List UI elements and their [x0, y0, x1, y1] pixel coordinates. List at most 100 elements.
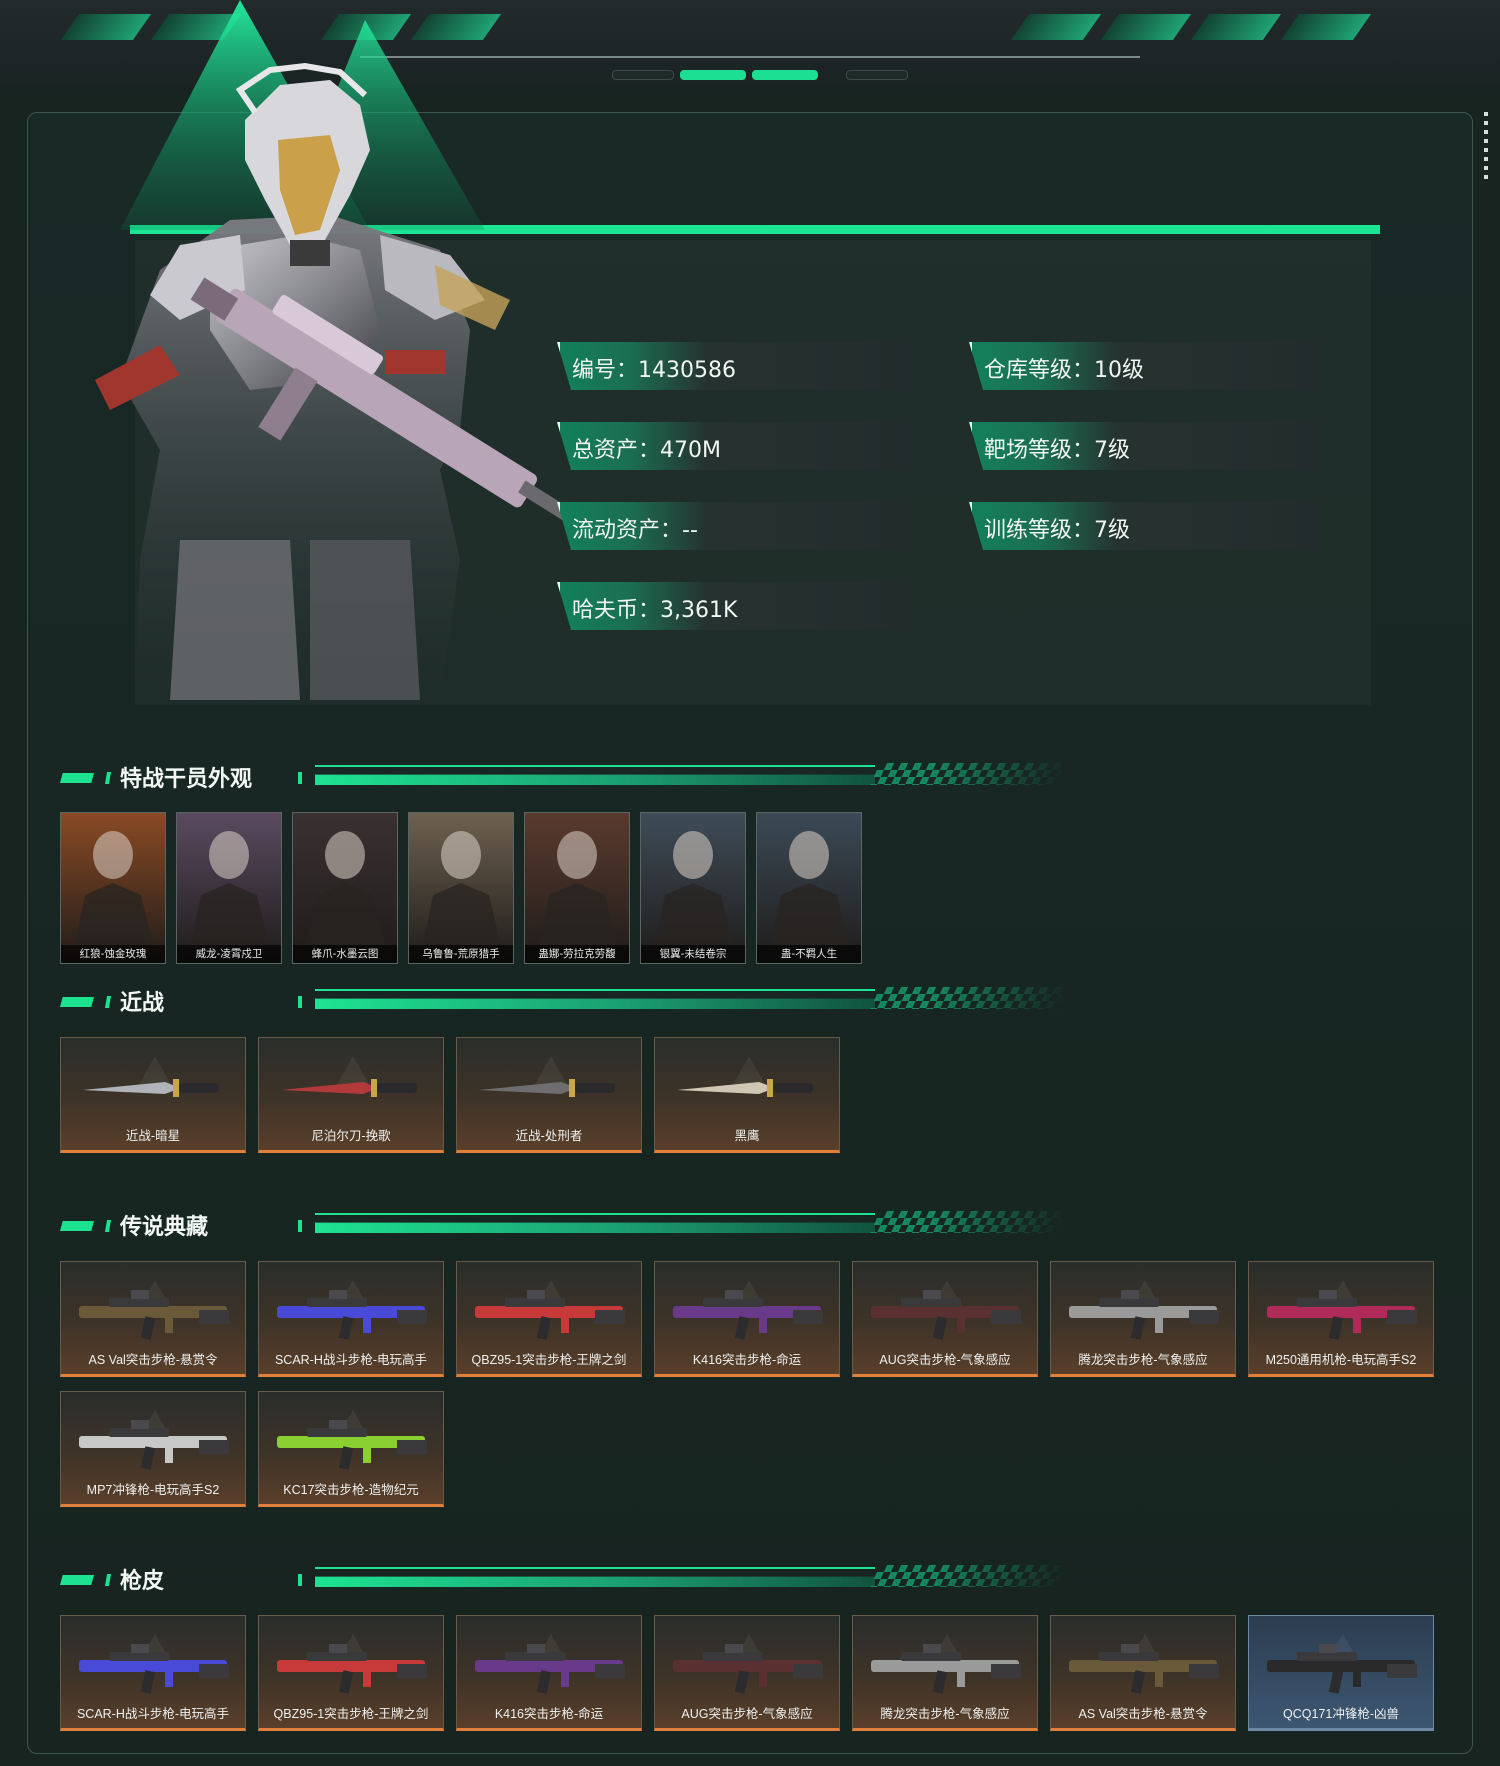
- header-pill: [612, 70, 674, 80]
- stat-warehouse-level: 仓库等级：10级: [969, 342, 1320, 390]
- weapon-card[interactable]: K416突击步枪-命运: [456, 1615, 642, 1731]
- agent-thumbnail: [423, 831, 501, 945]
- weapon-card[interactable]: 腾龙突击步枪-气象感应: [852, 1615, 1038, 1731]
- item-label: 近战-暗星: [125, 1129, 181, 1143]
- item-label: AS Val突击步枪-悬赏令: [1078, 1707, 1208, 1721]
- stat-text: 哈夫币：3,361K: [572, 598, 738, 623]
- section-track: [315, 1576, 875, 1587]
- stat-text: 仓库等级：10级: [984, 358, 1144, 383]
- weapon-card[interactable]: M250通用机枪-电玩高手S2: [1248, 1261, 1434, 1377]
- weapon-card[interactable]: AUG突击步枪-气象感应: [852, 1261, 1038, 1377]
- melee-card[interactable]: 近战-暗星: [60, 1037, 246, 1153]
- header-pill-active: [752, 70, 818, 80]
- agent-label: 威龙-凌霄戍卫: [177, 945, 281, 963]
- weapon-image: [673, 1644, 823, 1694]
- item-label: QCQ171冲锋枪-凶兽: [1283, 1707, 1399, 1721]
- section-pip: [298, 772, 302, 784]
- agent-card[interactable]: 蜂爪-水墨云图: [292, 812, 398, 964]
- item-label: 腾龙突击步枪-气象感应: [1078, 1353, 1208, 1367]
- section-track: [315, 774, 875, 785]
- section-pip: [298, 996, 302, 1008]
- section-checker: [869, 763, 1071, 785]
- section-pip: [104, 1574, 112, 1586]
- section-pip: [104, 772, 112, 784]
- knife-image: [479, 1079, 615, 1097]
- section-pip: [60, 1575, 94, 1585]
- melee-card[interactable]: 近战-处刑者: [456, 1037, 642, 1153]
- melee-card[interactable]: 尼泊尔刀-挽歌: [258, 1037, 444, 1153]
- section-pip: [298, 1574, 302, 1586]
- weapon-card[interactable]: MP7冲锋枪-电玩高手S2: [60, 1391, 246, 1507]
- agent-card[interactable]: 蛊娜-劳拉克劳馥: [524, 812, 630, 964]
- stat-player-id: 编号：1430586: [557, 342, 908, 390]
- section-pip: [60, 1221, 94, 1231]
- weapon-image: [79, 1290, 229, 1340]
- section-pip: [298, 1220, 302, 1232]
- scroll-dots-decoration: [1484, 112, 1488, 182]
- weapon-card[interactable]: KC17突击步枪-造物纪元: [258, 1391, 444, 1507]
- item-label: M250通用机枪-电玩高手S2: [1265, 1353, 1417, 1367]
- agent-card[interactable]: 乌鲁鲁-荒原猎手: [408, 812, 514, 964]
- agent-card[interactable]: 红狼-蚀金玫瑰: [60, 812, 166, 964]
- agent-card[interactable]: 威龙-凌霄戍卫: [176, 812, 282, 964]
- weapon-card[interactable]: AUG突击步枪-气象感应: [654, 1615, 840, 1731]
- stat-text: 训练等级：7级: [984, 518, 1130, 543]
- section-title: 近战: [120, 991, 165, 1016]
- operator-portrait: [95, 0, 585, 700]
- item-label: QBZ95-1突击步枪-王牌之剑: [471, 1353, 627, 1367]
- section-title: 特战干员外观: [120, 767, 253, 792]
- agent-card[interactable]: 银翼-未结卷宗: [640, 812, 746, 964]
- section-title: 传说典藏: [120, 1215, 209, 1240]
- agent-thumbnail: [307, 831, 385, 945]
- stat-liquid-assets: 流动资产：--: [557, 502, 908, 550]
- weapon-card[interactable]: QBZ95-1突击步枪-王牌之剑: [258, 1615, 444, 1731]
- weapon-card[interactable]: AS Val突击步枪-悬赏令: [1050, 1615, 1236, 1731]
- weapon-image: [871, 1290, 1021, 1340]
- item-label: AS Val突击步枪-悬赏令: [88, 1353, 218, 1367]
- weapon-image: [475, 1644, 625, 1694]
- stat-text: 流动资产：--: [572, 518, 698, 543]
- weapon-image: [1267, 1290, 1417, 1340]
- item-label: QBZ95-1突击步枪-王牌之剑: [273, 1707, 429, 1721]
- stripe-decoration: [1280, 14, 1372, 40]
- section-track: [315, 1222, 875, 1233]
- weapon-card[interactable]: 腾龙突击步枪-气象感应: [1050, 1261, 1236, 1377]
- weapon-image: [1069, 1290, 1219, 1340]
- stat-haf-coin: 哈夫币：3,361K: [557, 582, 908, 630]
- agent-thumbnail: [655, 831, 733, 945]
- section-header-legendary: 传说典藏: [60, 1209, 1160, 1243]
- section-checker: [869, 1565, 1071, 1587]
- stat-text: 编号：1430586: [572, 358, 736, 383]
- weapon-card[interactable]: AS Val突击步枪-悬赏令: [60, 1261, 246, 1377]
- section-line: [315, 1213, 875, 1215]
- item-label: K416突击步枪-命运: [692, 1353, 802, 1367]
- stripe-decoration: [1190, 14, 1282, 40]
- weapon-image: [79, 1644, 229, 1694]
- item-label: SCAR-H战斗步枪-电玩高手: [274, 1353, 428, 1367]
- agent-card[interactable]: 蛊-不羁人生: [756, 812, 862, 964]
- weapon-image: [1267, 1644, 1417, 1694]
- section-line: [315, 1567, 875, 1569]
- section-pip: [60, 773, 94, 783]
- section-pip: [104, 1220, 112, 1232]
- item-label: AUG突击步枪-气象感应: [681, 1707, 813, 1721]
- weapon-card[interactable]: K416突击步枪-命运: [654, 1261, 840, 1377]
- melee-card[interactable]: 黑鹰: [654, 1037, 840, 1153]
- weapon-image: [277, 1644, 427, 1694]
- weapon-image: [673, 1290, 823, 1340]
- section-checker: [869, 1211, 1071, 1233]
- section-line: [315, 765, 875, 767]
- header-pill: [846, 70, 908, 80]
- stat-total-assets: 总资产：470M: [557, 422, 908, 470]
- stat-range-level: 靶场等级：7级: [969, 422, 1320, 470]
- weapon-card[interactable]: QBZ95-1突击步枪-王牌之剑: [456, 1261, 642, 1377]
- agent-label: 蜂爪-水墨云图: [293, 945, 397, 963]
- item-label: 腾龙突击步枪-气象感应: [880, 1707, 1010, 1721]
- agent-thumbnail: [75, 831, 153, 945]
- weapon-card[interactable]: SCAR-H战斗步枪-电玩高手: [60, 1615, 246, 1731]
- section-title: 枪皮: [120, 1569, 165, 1594]
- weapon-card[interactable]: QCQ171冲锋枪-凶兽: [1248, 1615, 1434, 1731]
- weapon-card[interactable]: SCAR-H战斗步枪-电玩高手: [258, 1261, 444, 1377]
- agent-label: 蛊娜-劳拉克劳馥: [525, 945, 629, 963]
- agent-label: 红狼-蚀金玫瑰: [61, 945, 165, 963]
